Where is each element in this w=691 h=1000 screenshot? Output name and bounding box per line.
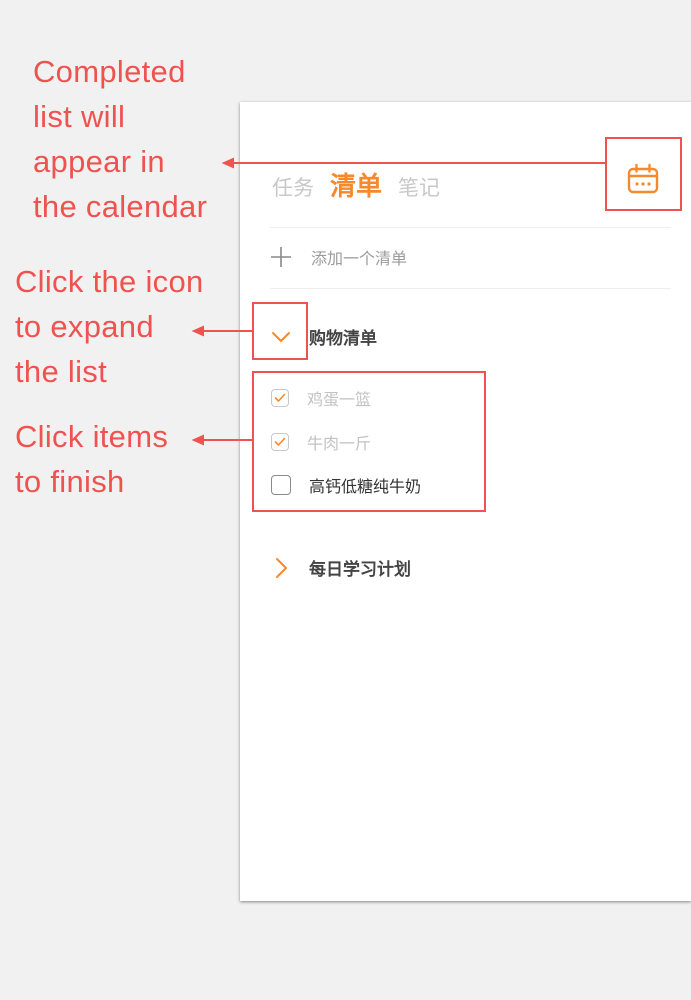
- arrow-head: [191, 325, 204, 337]
- arrow-head: [221, 157, 234, 169]
- annotation-arrows: [191, 157, 605, 446]
- arrow-head: [191, 434, 204, 446]
